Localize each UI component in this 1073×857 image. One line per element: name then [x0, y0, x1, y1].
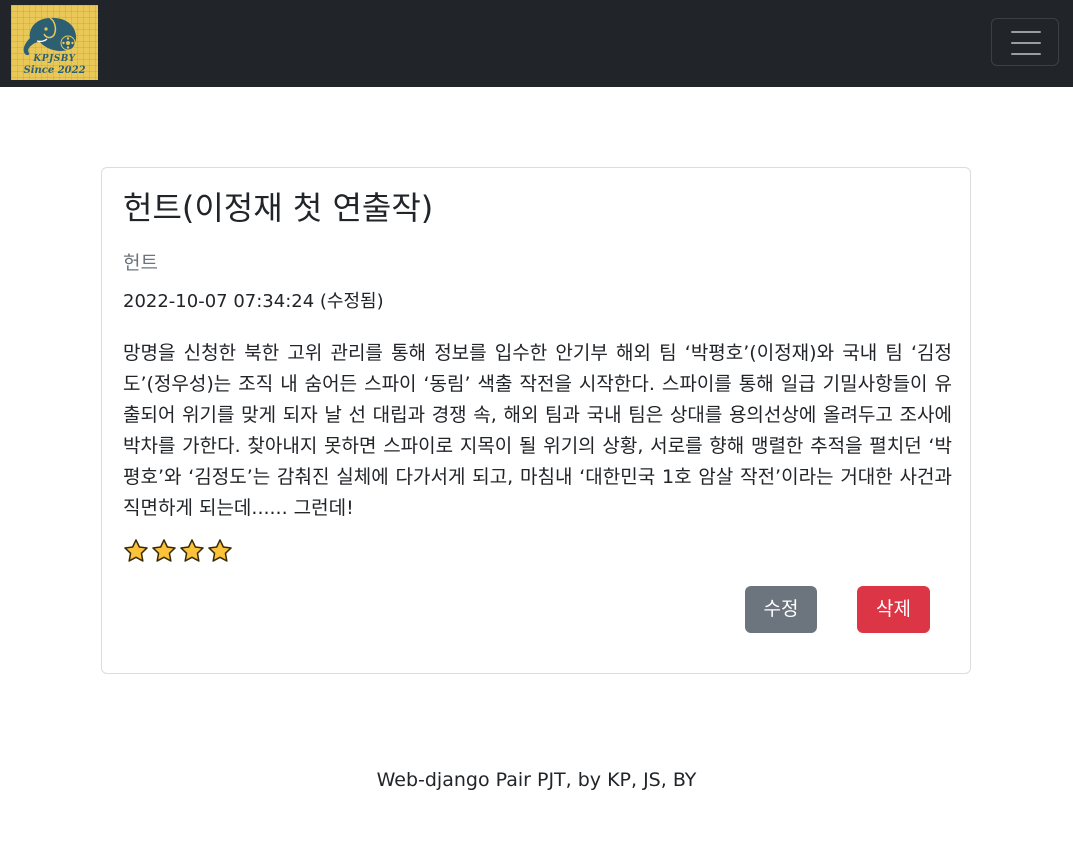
star-rating: [123, 538, 233, 566]
review-date: 2022-10-07 07:34:24 (수정됨): [123, 291, 384, 312]
hamburger-menu-icon: [1011, 31, 1041, 33]
footer-text: Web-django Pair PJT, by KP, JS, BY: [376, 769, 697, 791]
edit-button[interactable]: 수정: [745, 586, 817, 633]
star-icon: [152, 539, 176, 562]
star-icon: [208, 539, 232, 562]
review-content: 망명을 신청한 북한 고위 관리를 통해 정보를 입수한 안기부 해외 팀 ‘박…: [123, 342, 952, 519]
movie-title: 헌트: [123, 252, 158, 274]
navbar: KPJSBY Since 2022: [0, 0, 1073, 87]
delete-button[interactable]: 삭제: [857, 586, 930, 633]
logo-since-text: Since 2022: [23, 65, 86, 76]
brand-logo[interactable]: KPJSBY Since 2022: [11, 5, 98, 80]
menu-toggle-button[interactable]: [991, 18, 1059, 66]
hamburger-menu-icon: [1011, 53, 1041, 55]
hamburger-menu-icon: [1011, 42, 1041, 44]
logo-name-text: KPJSBY: [33, 54, 76, 64]
star-icon: [180, 539, 204, 562]
review-title: 헌트(이정재 첫 연출작): [123, 189, 434, 227]
review-card: 헌트(이정재 첫 연출작) 헌트 2022-10-07 07:34:24 (수정…: [101, 167, 971, 674]
star-icon: [124, 539, 148, 562]
